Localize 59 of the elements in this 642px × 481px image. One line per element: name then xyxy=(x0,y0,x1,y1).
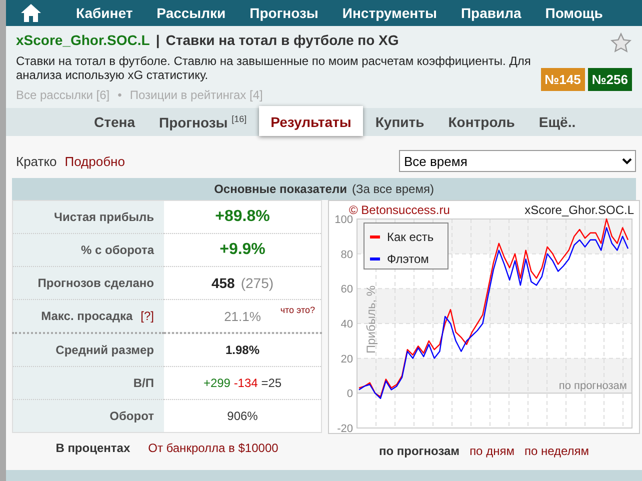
nav-item[interactable]: Инструменты xyxy=(330,5,449,22)
chart-mode-link[interactable]: по дням xyxy=(470,444,514,458)
help-link[interactable]: [?] xyxy=(140,309,154,324)
unit-link[interactable]: От банкролла в $10000 xyxy=(148,441,278,456)
section-tab[interactable]: Результаты xyxy=(258,106,364,136)
rank-badge[interactable]: №256 xyxy=(588,68,632,92)
link-separator: • xyxy=(118,88,122,102)
nav-item[interactable]: Помощь xyxy=(533,5,615,22)
axis-title: Прибыль, % xyxy=(364,286,378,354)
nav-item[interactable]: Рассылки xyxy=(144,5,238,22)
view-link[interactable]: Кратко xyxy=(16,154,57,169)
page-title: Ставки на тотал в футболе по XG xyxy=(166,32,399,48)
title-separator: | xyxy=(156,32,160,48)
view-link[interactable]: Подробно xyxy=(64,154,125,169)
home-icon[interactable] xyxy=(20,3,42,24)
period-dropdown[interactable]: Все время xyxy=(399,150,636,172)
axis-tick-label: 20 xyxy=(340,354,353,366)
stat-value: +89.8% xyxy=(215,208,270,226)
chart-mode-link[interactable]: по прогнозам xyxy=(378,444,460,458)
stat-value: 458 xyxy=(211,275,235,292)
section-tab[interactable]: Прогнозы $^{[16]}$ xyxy=(147,108,259,136)
stat-label: % с оборота xyxy=(81,243,154,258)
section-title: Основные показатели xyxy=(214,182,347,196)
section-tab[interactable]: Купить xyxy=(363,108,436,136)
section-tab[interactable]: Ещё.. xyxy=(526,108,588,136)
axis-tick-label: 100 xyxy=(334,214,353,226)
stat-label: Макс. просадка xyxy=(41,309,133,324)
nav-item[interactable]: Кабинет xyxy=(64,5,145,22)
stat-value: 21.1% xyxy=(224,308,261,324)
axis-tick-label: -20 xyxy=(337,423,353,434)
chart-title: xScore_Ghor.SOC.L xyxy=(524,203,634,218)
axis-tick-label: 80 xyxy=(340,249,353,262)
stat-value: 1.98% xyxy=(225,343,260,358)
stat-label: Прогнозов сделано xyxy=(38,276,154,290)
stat-label: Чистая прибыль xyxy=(54,210,154,224)
section-tab[interactable]: Контроль xyxy=(436,108,527,136)
axis-tick-label: 40 xyxy=(340,318,353,331)
stat-label: Средний размер xyxy=(56,343,154,358)
description-text: Ставки на тотал в футболе. Ставлю на завышенные по моим расчетам коэффициенты. Для анализа использую xG статистику. xyxy=(16,54,532,82)
stat-secondary-value: (275) xyxy=(240,275,274,292)
nav-item[interactable]: Прогнозы xyxy=(238,5,330,22)
stat-value: 906% xyxy=(227,409,258,424)
axis-tick-label: 60 xyxy=(340,284,353,296)
stat-label: В/П xyxy=(133,376,154,390)
x-mode-label: по прогнозам xyxy=(558,380,627,393)
axis-tick-label: 0 xyxy=(346,388,353,401)
section-tab[interactable]: Стена xyxy=(82,108,147,136)
section-subtitle: (За все время) xyxy=(352,182,434,196)
star-icon[interactable] xyxy=(610,32,632,54)
nav-item[interactable]: Правила xyxy=(448,5,534,22)
unit-link[interactable]: В процентах xyxy=(56,441,130,456)
legend-label: Как есть xyxy=(387,230,434,244)
chart-mode-link[interactable]: по неделям xyxy=(524,444,590,458)
stat-value: +9.9% xyxy=(220,241,266,258)
stat-value: +299 -134 =25 xyxy=(203,376,282,390)
author-link[interactable]: xScore_Ghor.SOC.L xyxy=(16,32,150,48)
stat-label: Оборот xyxy=(110,409,154,424)
help-link[interactable]: что это? xyxy=(280,305,315,316)
legend-label: Флэтом xyxy=(387,252,429,266)
